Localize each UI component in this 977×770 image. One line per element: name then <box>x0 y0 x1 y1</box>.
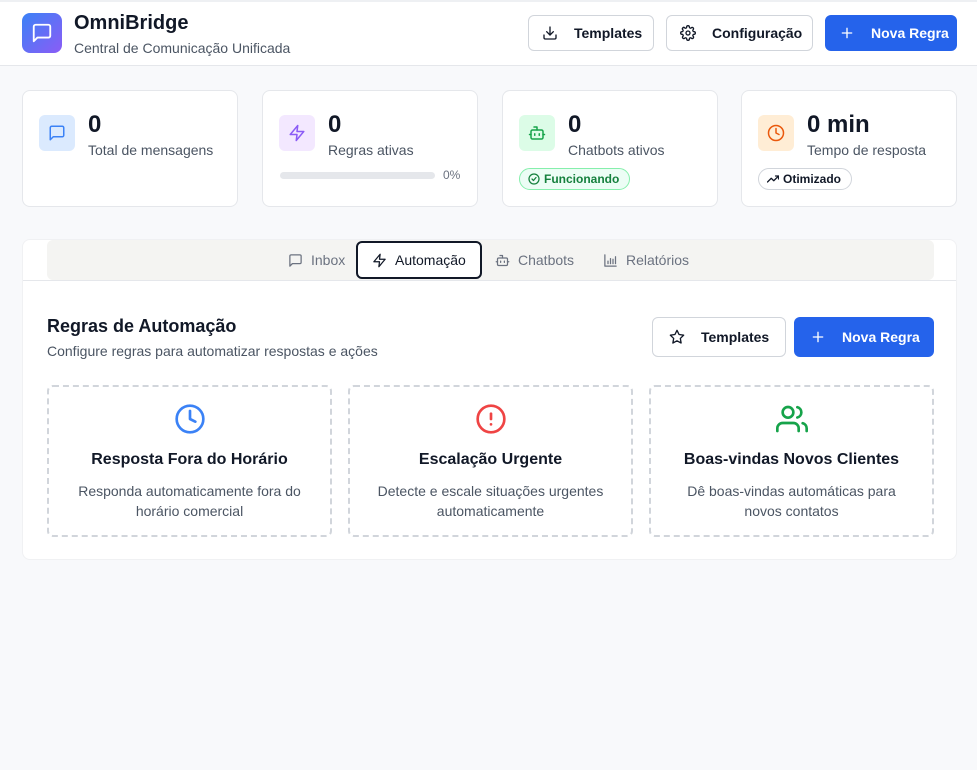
header-new-rule-button[interactable]: Nova Regra <box>825 15 957 51</box>
status-badge-label: Otimizado <box>783 172 842 186</box>
tab-relatorios[interactable]: Relatórios <box>603 240 689 280</box>
users-icon <box>651 403 932 435</box>
stat-icon-box <box>519 115 555 151</box>
message-square-icon <box>49 125 65 141</box>
template-description: Dê boas-vindas automáticas para novos co… <box>687 483 896 519</box>
templates-button-label: Templates <box>701 329 770 345</box>
stat-label: Tempo de resposta <box>807 142 927 158</box>
tab-divider <box>23 280 956 281</box>
main-panel: Inbox Automação Chatbots Relatórios Regr… <box>22 239 957 560</box>
app-logo <box>22 13 62 53</box>
clock-icon <box>767 124 785 142</box>
stat-card-response-time: 0 min Tempo de resposta Otimizado <box>741 90 957 207</box>
plus-icon <box>810 329 826 345</box>
alert-circle-icon <box>350 403 631 435</box>
template-card-after-hours[interactable]: Resposta Fora do Horário Responda automa… <box>47 385 332 537</box>
app-title: OmniBridge <box>74 12 189 34</box>
progress-percent: 0% <box>443 168 461 182</box>
section-subtitle: Configure regras para automatizar respos… <box>47 343 378 359</box>
new-rule-button-label: Nova Regra <box>842 329 920 345</box>
tab-bar: Inbox Automação Chatbots Relatórios <box>47 240 934 280</box>
new-rule-button[interactable]: Nova Regra <box>794 317 934 357</box>
tab-label: Relatórios <box>626 252 690 268</box>
templates-button[interactable]: Templates <box>652 317 786 357</box>
template-description: Responda automaticamente fora do horário… <box>78 483 301 519</box>
stat-value: 0 min <box>807 111 870 138</box>
status-badge: Funcionando <box>519 168 631 190</box>
zap-icon <box>373 253 386 267</box>
template-title: Boas-vindas Novos Clientes <box>683 451 900 468</box>
check-circle-icon <box>528 173 540 185</box>
stat-value: 0 <box>568 111 582 138</box>
template-description: Detecte e escale situações urgentes auto… <box>377 483 604 519</box>
tab-chatbots[interactable]: Chatbots <box>495 240 574 280</box>
star-icon <box>669 329 685 345</box>
header-config-button[interactable]: Configuração <box>666 15 813 51</box>
tab-inbox[interactable]: Inbox <box>288 240 345 280</box>
bar-chart-icon <box>604 253 617 267</box>
template-title: Resposta Fora do Horário <box>91 451 288 468</box>
message-square-icon <box>289 253 302 267</box>
section-title: Regras de Automação <box>47 316 237 336</box>
stat-card-messages: 0 Total de mensagens <box>22 90 238 207</box>
tab-label: Chatbots <box>518 252 575 268</box>
stat-icon-box <box>758 115 794 151</box>
status-badge: Otimizado <box>758 168 853 190</box>
bot-icon <box>528 126 546 140</box>
rules-progress-bar <box>280 172 435 179</box>
tab-label: Automação <box>395 252 466 268</box>
header-templates-button[interactable]: Templates <box>528 15 654 51</box>
stat-icon-box <box>279 115 315 151</box>
stat-label: Regras ativas <box>328 142 414 158</box>
plus-icon <box>839 25 855 41</box>
app-header: OmniBridge Central de Comunicação Unific… <box>0 0 977 66</box>
header-config-label: Configuração <box>712 25 803 41</box>
zap-icon <box>289 124 305 142</box>
stat-card-rules: 0 Regras ativas 0% <box>262 90 478 207</box>
message-square-icon <box>32 23 52 43</box>
stat-label: Chatbots ativos <box>568 142 665 158</box>
status-badge-label: Funcionando <box>544 172 620 186</box>
trending-up-icon <box>767 175 779 183</box>
app-subtitle: Central de Comunicação Unificada <box>74 40 291 56</box>
stat-card-chatbots: 0 Chatbots ativos Funcionando <box>502 90 718 207</box>
gear-icon <box>680 25 696 41</box>
stat-label: Total de mensagens <box>88 142 214 158</box>
tab-label: Inbox <box>311 252 346 268</box>
download-icon <box>542 25 558 41</box>
stat-value: 0 <box>328 111 342 138</box>
template-card-welcome[interactable]: Boas-vindas Novos Clientes Dê boas-vinda… <box>649 385 934 537</box>
template-card-urgent-escalation[interactable]: Escalação Urgente Detecte e escale situa… <box>348 385 633 537</box>
template-title: Escalação Urgente <box>418 451 563 468</box>
header-new-rule-label: Nova Regra <box>871 25 949 41</box>
tab-automacao[interactable]: Automação <box>356 241 482 279</box>
bot-icon <box>495 254 510 266</box>
stat-icon-box <box>39 115 75 151</box>
stat-value: 0 <box>88 111 102 138</box>
clock-icon <box>49 403 330 435</box>
header-templates-label: Templates <box>574 25 643 41</box>
